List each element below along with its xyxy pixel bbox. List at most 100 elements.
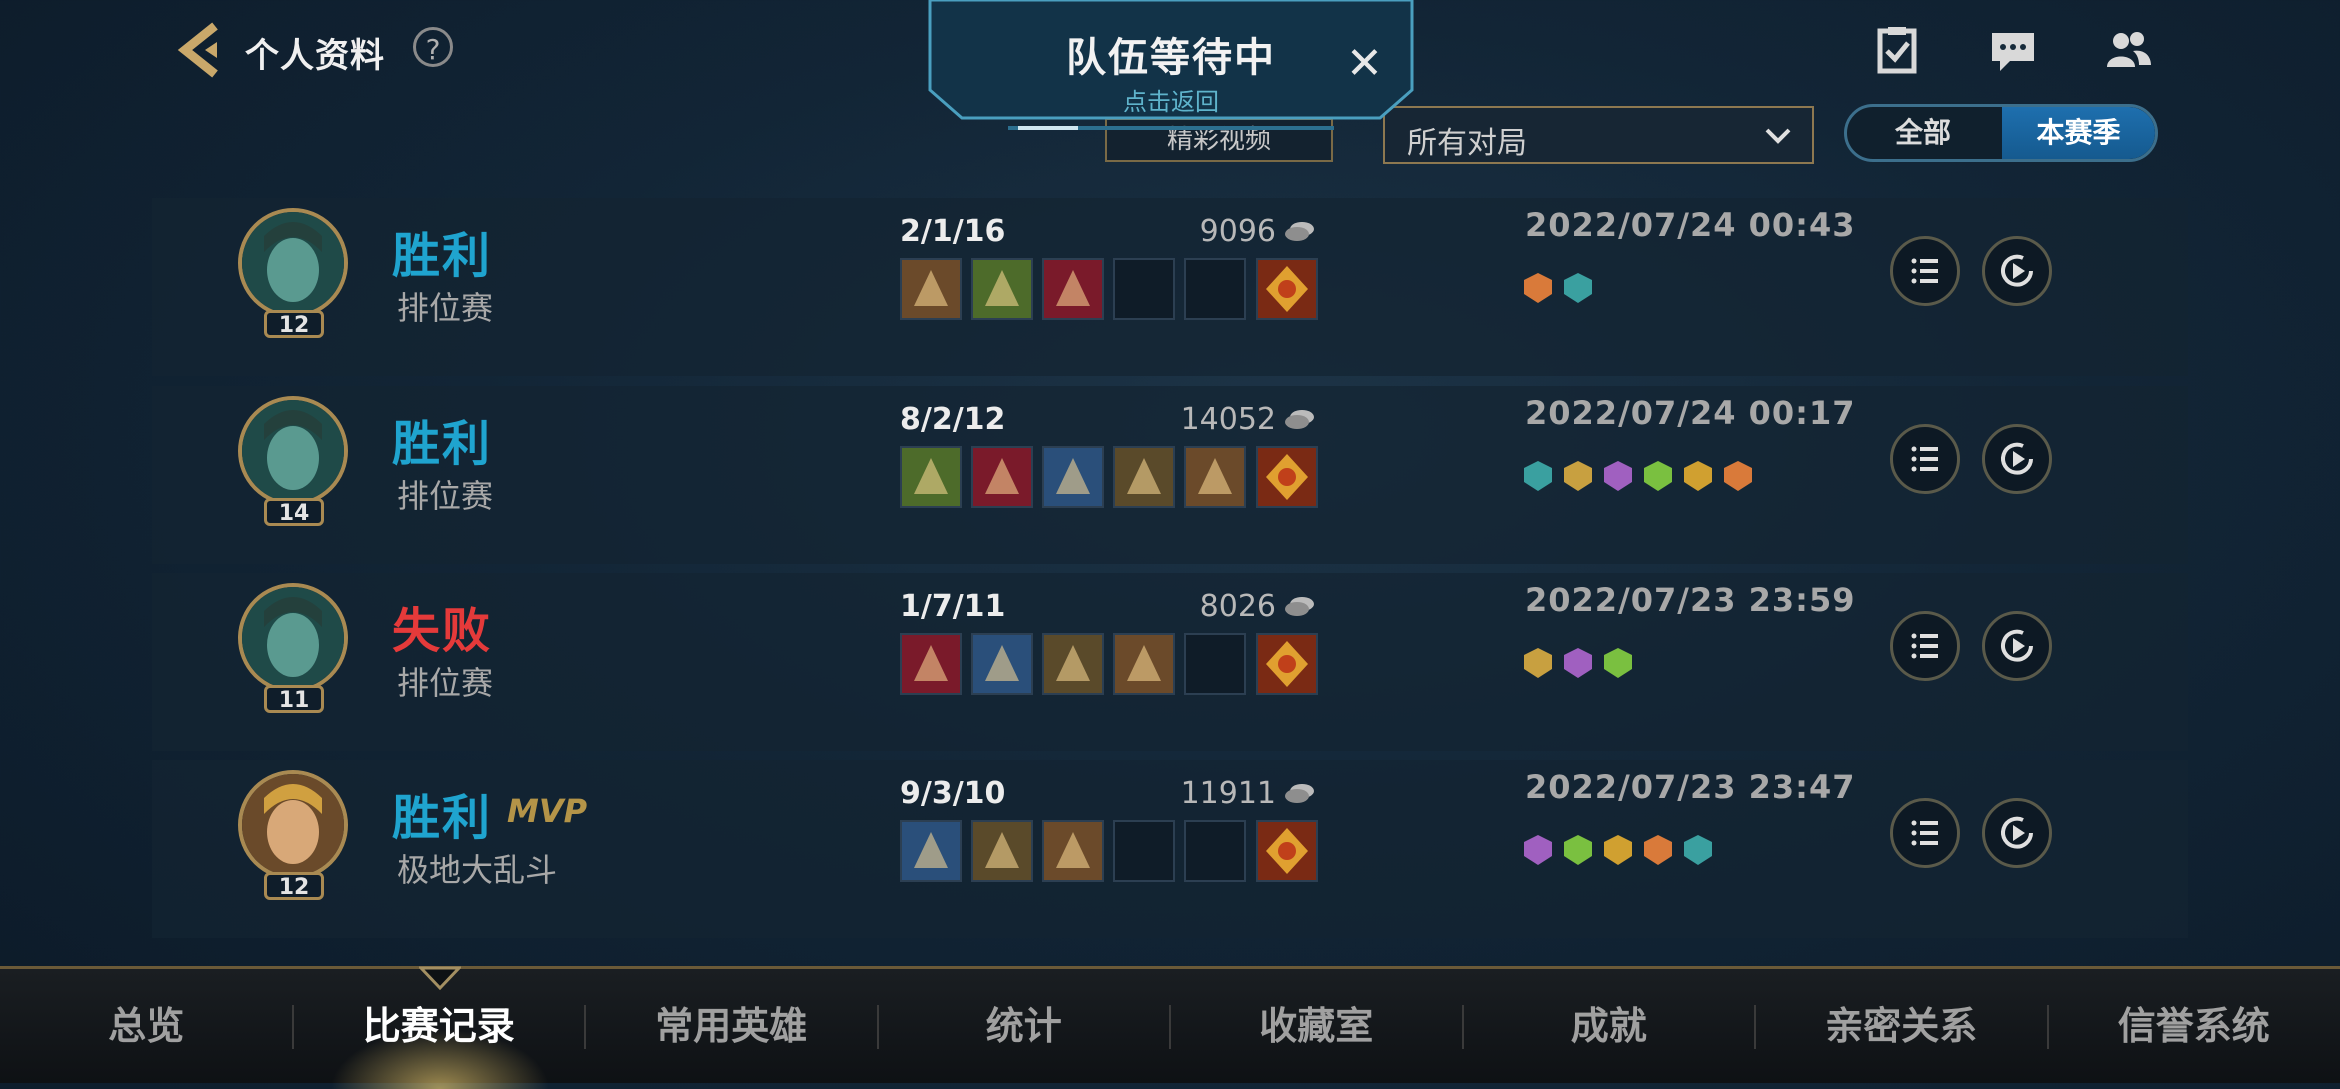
kda-text: 8/2/12 — [900, 402, 1005, 437]
item-slot[interactable] — [971, 258, 1033, 320]
item-slot[interactable] — [971, 633, 1033, 695]
match-details-button[interactable] — [1890, 424, 1960, 494]
achievement-badge-icon — [1520, 270, 1556, 306]
item-slot[interactable] — [971, 446, 1033, 508]
question-mark-icon[interactable]: ? — [413, 27, 453, 67]
match-details-button[interactable] — [1890, 236, 1960, 306]
item-slot[interactable] — [900, 820, 962, 882]
list-icon — [1893, 239, 1957, 303]
champion-level: 11 — [264, 685, 324, 713]
item-slot[interactable] — [1042, 820, 1104, 882]
gold-amount: 9096 — [1126, 214, 1276, 249]
achievement-badge-icon — [1560, 832, 1596, 868]
match-row[interactable]: 11 失败 排位赛 1/7/11 8026 2022/07/23 23:59 — [152, 573, 2188, 751]
kda-text: 1/7/11 — [900, 589, 1005, 624]
replay-button[interactable] — [1982, 424, 2052, 494]
item-slot[interactable] — [1113, 446, 1175, 508]
item-slot[interactable] — [1184, 258, 1246, 320]
item-slot[interactable] — [1042, 258, 1104, 320]
item-slot[interactable] — [900, 258, 962, 320]
achievement-badge-icon — [1560, 645, 1596, 681]
trinket-slot[interactable] — [1256, 820, 1318, 882]
nav-divider — [584, 1005, 586, 1049]
item-slot[interactable] — [900, 633, 962, 695]
nav-tab[interactable]: 总览 — [0, 969, 293, 1083]
toggle-season[interactable]: 本赛季 — [2002, 107, 2155, 159]
champion-level: 12 — [264, 872, 324, 900]
achievement-badge-icon — [1600, 645, 1636, 681]
match-result: 失败 — [392, 591, 492, 661]
match-details-button[interactable] — [1890, 611, 1960, 681]
replay-button[interactable] — [1982, 798, 2052, 868]
match-row[interactable]: 12 胜利 排位赛 2/1/16 9096 2022/07/24 00:43 — [152, 198, 2188, 376]
item-slot[interactable] — [971, 820, 1033, 882]
match-date: 2022/07/23 23:59 — [1525, 581, 1856, 619]
achievement-badge-icon — [1680, 458, 1716, 494]
season-toggle[interactable]: 全部 本赛季 — [1844, 104, 2158, 162]
queue-title: 队伍等待中 — [928, 25, 1414, 83]
achievement-badge-icon — [1560, 270, 1596, 306]
gold-coin-icon — [1284, 782, 1316, 804]
close-icon[interactable]: ✕ — [1346, 38, 1383, 89]
replay-icon — [1985, 239, 2049, 303]
item-slot[interactable] — [1184, 820, 1246, 882]
replay-button[interactable] — [1982, 236, 2052, 306]
match-row[interactable]: 14 胜利 排位赛 8/2/12 14052 2022/07/24 00:17 — [152, 386, 2188, 564]
gold-amount: 8026 — [1126, 589, 1276, 624]
mvp-badge: MVP — [507, 792, 587, 830]
kda-text: 9/3/10 — [900, 776, 1005, 811]
badge-list — [1520, 645, 1640, 685]
item-slot[interactable] — [1184, 446, 1246, 508]
nav-divider — [1169, 1005, 1171, 1049]
clipboard-check-icon[interactable] — [1872, 25, 1922, 75]
match-row[interactable]: 12 胜利 MVP 极地大乱斗 9/3/10 11911 2022/07/23 … — [152, 760, 2188, 938]
nav-tab[interactable]: 常用英雄 — [585, 969, 878, 1083]
page-title: 个人资料 — [245, 28, 385, 77]
achievement-badge-icon — [1560, 458, 1596, 494]
achievement-badge-icon — [1640, 458, 1676, 494]
badge-list — [1520, 270, 1600, 310]
chevron-down-icon — [1762, 120, 1794, 152]
nav-tab[interactable]: 收藏室 — [1170, 969, 1463, 1083]
nav-tab[interactable]: 信誉系统 — [2048, 969, 2340, 1083]
trinket-slot[interactable] — [1256, 258, 1318, 320]
item-slot[interactable] — [900, 446, 962, 508]
achievement-badge-icon — [1720, 458, 1756, 494]
match-details-button[interactable] — [1890, 798, 1960, 868]
achievement-badge-icon — [1520, 832, 1556, 868]
toggle-all[interactable]: 全部 — [1847, 107, 1999, 159]
queue-return-link[interactable]: 点击返回 — [928, 82, 1414, 117]
item-slot[interactable] — [1113, 633, 1175, 695]
item-slot[interactable] — [1113, 820, 1175, 882]
item-slot[interactable] — [1042, 446, 1104, 508]
trinket-slot[interactable] — [1256, 633, 1318, 695]
replay-button[interactable] — [1982, 611, 2052, 681]
queue-popup[interactable]: 队伍等待中 点击返回 ✕ — [928, 0, 1414, 140]
match-result: 胜利 — [392, 778, 492, 848]
bottom-nav: 总览比赛记录常用英雄统计收藏室成就亲密关系信誉系统 — [0, 966, 2340, 1083]
nav-divider — [1462, 1005, 1464, 1049]
kda-text: 2/1/16 — [900, 214, 1005, 249]
friends-icon[interactable] — [2103, 25, 2153, 75]
chat-icon[interactable] — [1988, 25, 2038, 75]
nav-tab[interactable]: 成就 — [1463, 969, 1756, 1083]
match-type-dropdown[interactable]: 所有对局 — [1383, 106, 1814, 164]
item-slot[interactable] — [1184, 633, 1246, 695]
game-mode: 排位赛 — [397, 283, 493, 329]
nav-divider — [292, 1005, 294, 1049]
nav-divider — [2047, 1005, 2049, 1049]
item-slot[interactable] — [1113, 258, 1175, 320]
item-slot[interactable] — [1042, 633, 1104, 695]
achievement-badge-icon — [1520, 645, 1556, 681]
trinket-slot[interactable] — [1256, 446, 1318, 508]
nav-divider — [1754, 1005, 1756, 1049]
nav-tab[interactable]: 比赛记录 — [293, 969, 586, 1083]
badge-list — [1520, 458, 1760, 498]
gold-coin-icon — [1284, 220, 1316, 242]
game-mode: 极地大乱斗 — [397, 845, 557, 891]
achievement-badge-icon — [1600, 832, 1636, 868]
nav-tab[interactable]: 亲密关系 — [1755, 969, 2048, 1083]
champion-level: 14 — [264, 498, 324, 526]
nav-tab[interactable]: 统计 — [878, 969, 1171, 1083]
back-arrow-icon[interactable] — [175, 22, 225, 78]
